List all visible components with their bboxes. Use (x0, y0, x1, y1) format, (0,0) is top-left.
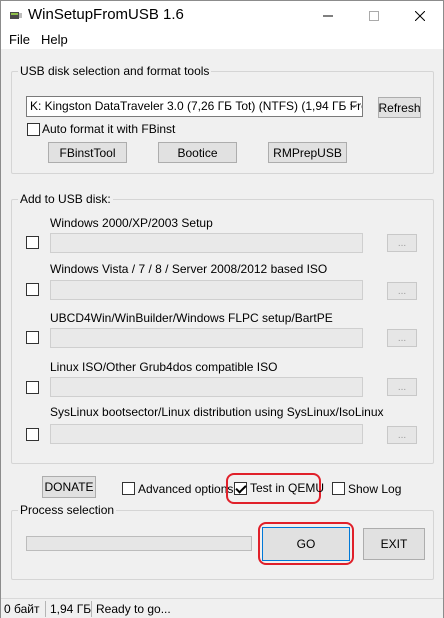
test-qemu-checkbox[interactable] (234, 482, 247, 495)
title-bar: WinSetupFromUSB 1.6 (1, 1, 443, 30)
fbinsttool-button[interactable]: FBinstTool (48, 142, 127, 163)
progress-bar (26, 536, 252, 551)
source-checkbox-vista[interactable] (26, 283, 39, 296)
source-path-syslinux[interactable] (50, 424, 363, 444)
refresh-button[interactable]: Refresh (378, 97, 421, 118)
show-log-label: Show Log (348, 482, 402, 496)
source-path-vista[interactable] (50, 280, 363, 300)
rmprepusb-button[interactable]: RMPrepUSB (268, 142, 347, 163)
status-message: Ready to go... (96, 602, 171, 616)
source-checkbox-winxp[interactable] (26, 236, 39, 249)
source-checkbox-linux[interactable] (26, 381, 39, 394)
test-qemu-label: Test in QEMU (250, 481, 325, 495)
source-path-linux[interactable] (50, 377, 363, 397)
bootice-button[interactable]: Bootice (158, 142, 237, 163)
donate-button[interactable]: DONATE (42, 476, 96, 498)
menu-file[interactable]: File (9, 32, 30, 47)
close-icon (415, 10, 425, 21)
go-button[interactable]: GO (262, 527, 350, 561)
browse-button-linux[interactable]: ... (387, 378, 417, 396)
source-path-ubcd[interactable] (50, 328, 363, 348)
status-separator (45, 601, 46, 617)
close-button[interactable] (397, 1, 443, 30)
minimize-icon (323, 15, 333, 16)
source-checkbox-syslinux[interactable] (26, 428, 39, 441)
usb-disk-group-label: USB disk selection and format tools (18, 64, 212, 78)
auto-format-label: Auto format it with FBinst (42, 122, 176, 136)
advanced-options-checkbox[interactable] (122, 482, 135, 495)
advanced-options-label: Advanced options (138, 482, 234, 496)
usb-app-icon (10, 12, 22, 19)
source-checkbox-ubcd[interactable] (26, 331, 39, 344)
source-label-winxp: Windows 2000/XP/2003 Setup (50, 216, 213, 230)
minimize-button[interactable] (305, 1, 351, 30)
usb-disk-select[interactable]: K: Kingston DataTraveler 3.0 (7,26 ГБ To… (26, 96, 363, 117)
status-bytes: 0 байт (4, 602, 40, 616)
source-label-vista: Windows Vista / 7 / 8 / Server 2008/2012… (50, 262, 328, 276)
status-separator (91, 601, 92, 617)
status-bar: 0 байт 1,94 ГБ Ready to go... (1, 598, 443, 618)
status-free: 1,94 ГБ (50, 602, 92, 616)
source-label-linux: Linux ISO/Other Grub4dos compatible ISO (50, 360, 278, 374)
browse-button-ubcd[interactable]: ... (387, 329, 417, 347)
menu-bar: File Help (1, 30, 443, 49)
source-path-winxp[interactable] (50, 233, 363, 253)
show-log-checkbox[interactable] (332, 482, 345, 495)
auto-format-checkbox[interactable] (27, 123, 40, 136)
browse-button-syslinux[interactable]: ... (387, 426, 417, 444)
maximize-button[interactable] (351, 1, 397, 30)
maximize-icon (369, 10, 379, 21)
exit-button[interactable]: EXIT (363, 528, 425, 560)
source-label-syslinux: SysLinux bootsector/Linux distribution u… (50, 405, 384, 419)
usb-disk-selected-value: K: Kingston DataTraveler 3.0 (7,26 ГБ To… (30, 99, 363, 113)
chevron-down-icon: ⌵ (349, 99, 358, 111)
menu-help[interactable]: Help (41, 32, 68, 47)
process-selection-label: Process selection (18, 503, 117, 517)
source-label-ubcd: UBCD4Win/WinBuilder/Windows FLPC setup/B… (50, 311, 333, 325)
add-to-usb-group-label: Add to USB disk: (18, 192, 113, 206)
browse-button-vista[interactable]: ... (387, 282, 417, 300)
main-window: WinSetupFromUSB 1.6 File Help USB disk s… (0, 0, 444, 618)
window-title: WinSetupFromUSB 1.6 (28, 6, 184, 23)
browse-button-winxp[interactable]: ... (387, 234, 417, 252)
